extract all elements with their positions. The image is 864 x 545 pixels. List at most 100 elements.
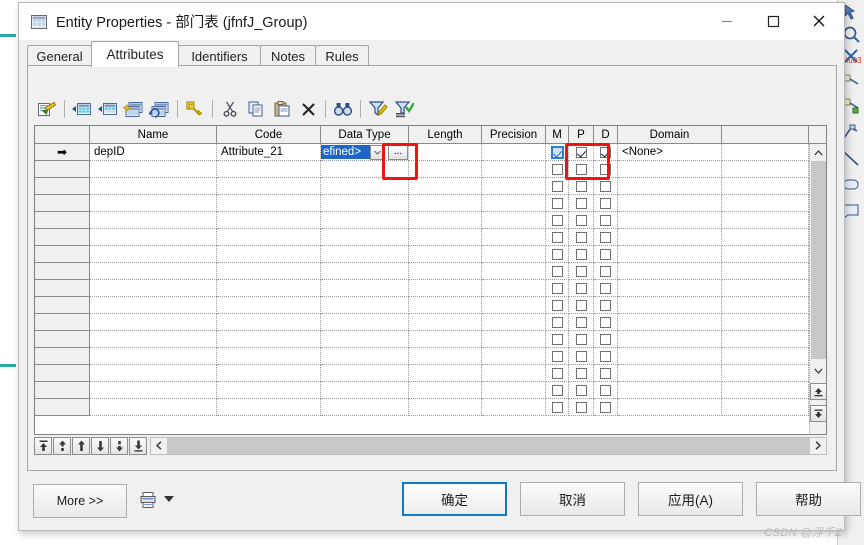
checkbox[interactable] <box>600 316 611 328</box>
cell-empty[interactable] <box>618 314 722 331</box>
cell-empty[interactable] <box>90 246 217 263</box>
cell-empty[interactable] <box>409 263 482 280</box>
cell-empty[interactable] <box>217 280 321 297</box>
cell-empty[interactable] <box>722 161 809 178</box>
cell-empty[interactable] <box>90 161 217 178</box>
cell-empty[interactable] <box>321 229 409 246</box>
attributes-grid[interactable]: Name Code Data Type Length Precision M P D Domai… <box>34 125 827 435</box>
apply-button[interactable]: 应用(A) <box>638 482 743 516</box>
checkbox[interactable] <box>600 197 611 209</box>
cell-empty[interactable] <box>482 212 546 229</box>
grid-horizontal-scrollbar[interactable] <box>150 436 827 455</box>
cell-empty[interactable] <box>482 399 546 416</box>
checkbox[interactable] <box>575 367 587 379</box>
cell-checkbox-empty[interactable] <box>594 314 618 331</box>
checkbox[interactable] <box>600 248 611 260</box>
table-row[interactable]: ➡ depID Attribute_21 efined>... <None> <box>35 144 826 161</box>
checkbox[interactable] <box>600 265 611 277</box>
cell-checkbox-empty[interactable] <box>569 212 594 229</box>
cell-empty[interactable] <box>618 297 722 314</box>
checkbox[interactable] <box>575 401 587 413</box>
checkbox[interactable] <box>551 265 563 277</box>
cell-checkbox-empty[interactable] <box>569 195 594 212</box>
checkbox[interactable] <box>575 231 587 243</box>
table-row[interactable] <box>35 161 826 178</box>
checkbox[interactable] <box>600 384 611 396</box>
cell-empty[interactable] <box>409 297 482 314</box>
cell-empty[interactable] <box>482 297 546 314</box>
cell-empty[interactable] <box>90 297 217 314</box>
checkbox[interactable] <box>600 282 611 294</box>
cell-checkbox-empty[interactable] <box>569 382 594 399</box>
cell-empty[interactable] <box>90 365 217 382</box>
cell-empty[interactable] <box>409 314 482 331</box>
data-type-browse-button[interactable]: ... <box>388 144 408 160</box>
checkbox[interactable] <box>575 248 587 260</box>
cell-empty[interactable] <box>409 382 482 399</box>
cell-empty[interactable] <box>217 399 321 416</box>
cell-empty[interactable] <box>217 348 321 365</box>
cell-empty[interactable] <box>618 212 722 229</box>
create-object-icon[interactable] <box>121 97 147 121</box>
table-row[interactable] <box>35 297 826 314</box>
cut-icon[interactable] <box>217 97 243 121</box>
cell-empty[interactable] <box>321 161 409 178</box>
cell-checkbox-empty[interactable] <box>594 348 618 365</box>
cell-empty[interactable] <box>482 365 546 382</box>
cell-empty[interactable] <box>722 280 809 297</box>
table-row[interactable] <box>35 314 826 331</box>
cell-checkbox-empty[interactable] <box>594 212 618 229</box>
checkbox[interactable] <box>600 214 611 226</box>
cell-empty[interactable] <box>217 263 321 280</box>
cell-checkbox-empty[interactable] <box>546 212 569 229</box>
row-indicator[interactable] <box>35 195 90 212</box>
cell-empty[interactable] <box>217 229 321 246</box>
cell-empty[interactable] <box>618 399 722 416</box>
cell-checkbox-empty[interactable] <box>546 229 569 246</box>
table-row[interactable] <box>35 229 826 246</box>
properties-icon[interactable] <box>34 97 60 121</box>
cell-empty[interactable] <box>321 212 409 229</box>
cell-empty[interactable] <box>90 280 217 297</box>
cell-empty[interactable] <box>618 382 722 399</box>
checkbox[interactable] <box>551 197 563 209</box>
checkbox[interactable] <box>551 350 563 362</box>
cell-empty[interactable] <box>618 161 722 178</box>
cell-empty[interactable] <box>321 331 409 348</box>
checkbox[interactable] <box>551 214 563 226</box>
row-indicator[interactable] <box>35 297 90 314</box>
cell-empty[interactable] <box>321 280 409 297</box>
filter-edit-icon[interactable] <box>365 97 391 121</box>
checkbox[interactable] <box>600 299 611 311</box>
checkbox[interactable] <box>551 316 563 328</box>
cell-empty[interactable] <box>722 195 809 212</box>
cell-empty[interactable] <box>217 212 321 229</box>
row-indicator[interactable] <box>35 314 90 331</box>
cell-displayed-checkbox[interactable] <box>594 144 618 161</box>
primary-key-icon[interactable] <box>182 97 208 121</box>
checkbox[interactable] <box>551 384 563 396</box>
cell-checkbox-empty[interactable] <box>594 195 618 212</box>
col-spare[interactable] <box>722 126 809 143</box>
scroll-up-icon[interactable] <box>810 144 826 161</box>
cell-primary-checkbox-box[interactable] <box>575 146 587 158</box>
copy-icon[interactable] <box>243 97 269 121</box>
cell-empty[interactable] <box>482 382 546 399</box>
table-row[interactable] <box>35 246 826 263</box>
cell-empty[interactable] <box>722 348 809 365</box>
cell-empty[interactable] <box>217 246 321 263</box>
find-icon[interactable] <box>330 97 356 121</box>
tab-rules[interactable]: Rules <box>315 45 369 66</box>
row-indicator-arrow-icon[interactable]: ➡ <box>35 144 90 161</box>
cell-empty[interactable] <box>482 314 546 331</box>
cell-checkbox-empty[interactable] <box>546 348 569 365</box>
cell-precision[interactable] <box>482 144 546 161</box>
col-row-indicator[interactable] <box>35 126 90 143</box>
cell-checkbox-empty[interactable] <box>594 246 618 263</box>
checkbox[interactable] <box>600 367 611 379</box>
col-displayed[interactable]: D <box>594 126 618 143</box>
table-row[interactable] <box>35 280 826 297</box>
row-indicator[interactable] <box>35 229 90 246</box>
checkbox[interactable] <box>551 163 563 175</box>
filter-apply-icon[interactable] <box>391 97 417 121</box>
